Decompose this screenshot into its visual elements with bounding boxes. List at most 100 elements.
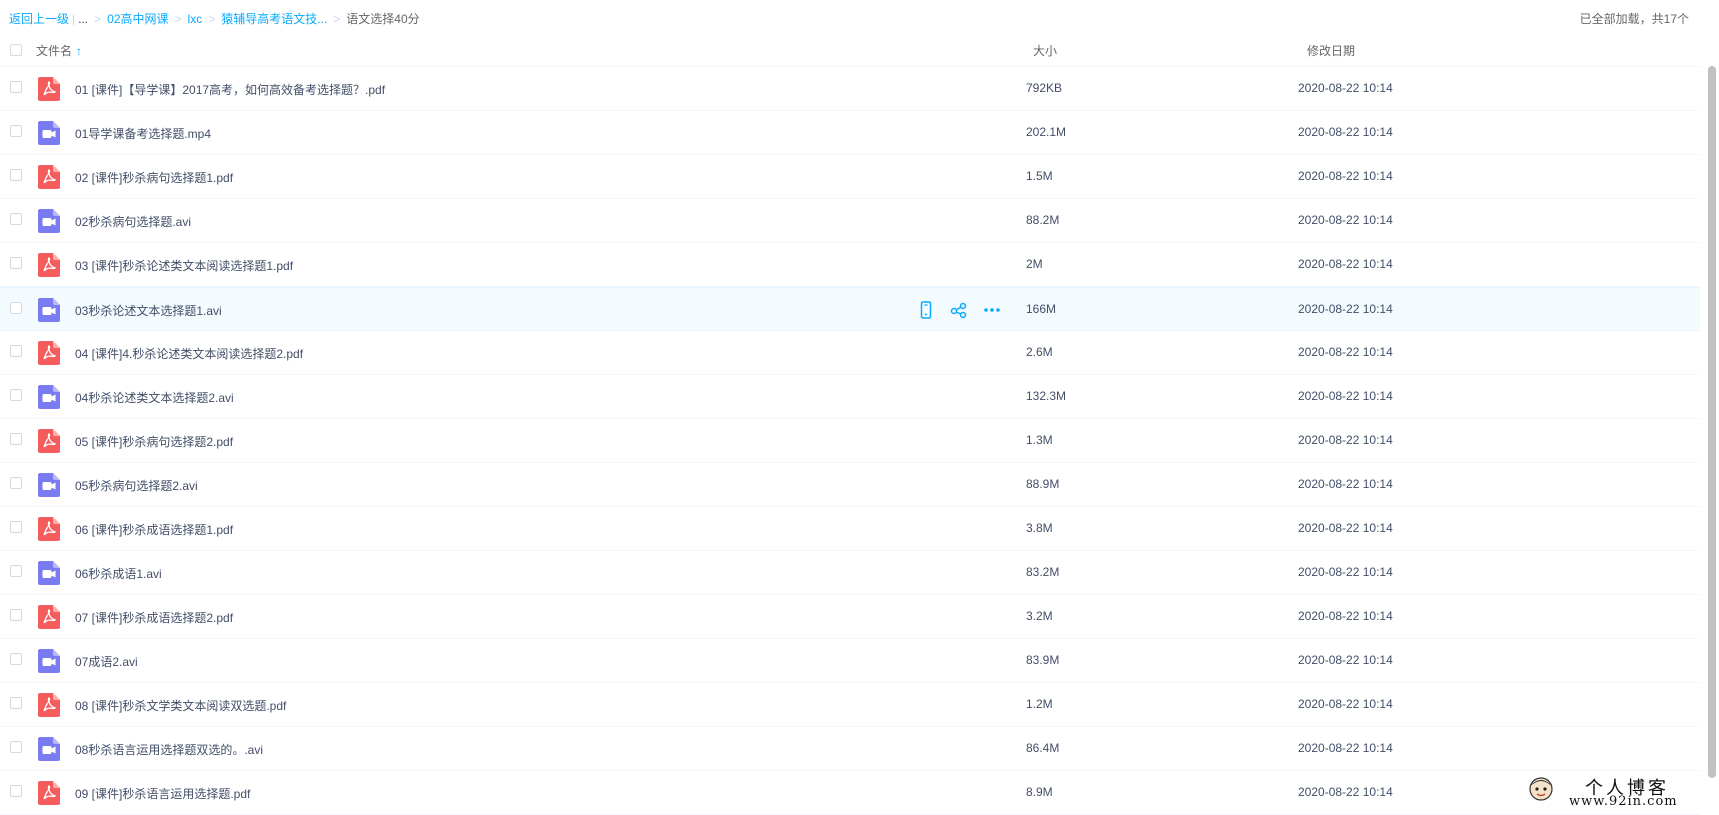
file-name[interactable]: 02 [课件]秒杀病句选择题1.pdf xyxy=(75,169,233,186)
file-size: 132.3M xyxy=(1026,389,1067,403)
watermark-url: www.92in.com xyxy=(1569,794,1678,809)
top-bar: 返回上一级 |... >02高中网课 > lxc > 猿辅导高考语文技... > 语文选择40分… xyxy=(0,0,1705,34)
video-icon xyxy=(38,737,60,761)
row-checkbox[interactable] xyxy=(10,653,22,665)
file-name[interactable]: 06 [课件]秒杀成语选择题1.pdf xyxy=(75,521,233,538)
phone-icon[interactable] xyxy=(916,301,936,319)
file-name[interactable]: 06秒杀成语1.avi xyxy=(75,565,162,582)
breadcrumb-item[interactable]: lxc xyxy=(188,12,203,26)
file-row[interactable]: 07成语2.avi 83.9M 2020-08-22 10:14 xyxy=(0,639,1700,683)
breadcrumb: 返回上一级 |... >02高中网课 > lxc > 猿辅导高考语文技... > 语文选择40分 xyxy=(9,12,420,26)
file-row[interactable]: 02秒杀病句选择题.avi 88.2M 2020-08-22 10:14 xyxy=(0,199,1700,243)
file-row[interactable]: 02 [课件]秒杀病句选择题1.pdf 1.5M 2020-08-22 10:14 xyxy=(0,155,1700,199)
file-name[interactable]: 01导学课备考选择题.mp4 xyxy=(75,125,211,142)
file-name[interactable]: 01 [课件]【导学课】2017高考，如何高效备考选择题？.pdf xyxy=(75,81,385,98)
watermark-face-icon xyxy=(1529,777,1553,801)
file-name[interactable]: 08 [课件]秒杀文学类文本阅读双选题.pdf xyxy=(75,697,286,714)
video-icon xyxy=(38,385,60,409)
row-checkbox[interactable] xyxy=(10,741,22,753)
file-name[interactable]: 07 [课件]秒杀成语选择题2.pdf xyxy=(75,609,233,626)
file-row[interactable]: 08 [课件]秒杀文学类文本阅读双选题.pdf 1.2M 2020-08-22 10… xyxy=(0,683,1700,727)
file-row[interactable]: 05秒杀病句选择题2.avi 88.9M 2020-08-22 10:14 xyxy=(0,463,1700,507)
file-date: 2020-08-22 10:14 xyxy=(1298,125,1393,139)
file-size: 8.9M xyxy=(1026,785,1053,799)
file-date: 2020-08-22 10:14 xyxy=(1298,653,1393,667)
file-row[interactable]: 09 [课件]秒杀语言运用选择题.pdf 8.9M 2020-08-22 10:14 xyxy=(0,771,1700,815)
file-name[interactable]: 05秒杀病句选择题2.avi xyxy=(75,477,198,494)
file-row[interactable]: 01 [课件]【导学课】2017高考，如何高效备考选择题？.pdf 792KB 20… xyxy=(0,67,1700,111)
file-row[interactable]: 06 [课件]秒杀成语选择题1.pdf 3.8M 2020-08-22 10:14 xyxy=(0,507,1700,551)
file-row[interactable]: 04 [课件]4.秒杀论述类文本阅读选择题2.pdf 2.6M 2020-08-22… xyxy=(0,331,1700,375)
row-checkbox[interactable] xyxy=(10,125,22,137)
file-row[interactable]: 05 [课件]秒杀病句选择题2.pdf 1.3M 2020-08-22 10:14 xyxy=(0,419,1700,463)
row-checkbox[interactable] xyxy=(10,302,22,314)
scrollbar-thumb[interactable] xyxy=(1708,66,1716,778)
file-name[interactable]: 02秒杀病句选择题.avi xyxy=(75,213,191,230)
video-icon xyxy=(38,121,60,145)
list-header: 文件名 ↑ 大小 修改日期 xyxy=(0,34,1700,67)
pdf-icon xyxy=(38,429,60,453)
file-date: 2020-08-22 10:14 xyxy=(1298,697,1393,711)
file-row[interactable]: 04秒杀论述类文本选择题2.avi 132.3M 2020-08-22 10:14 xyxy=(0,375,1700,419)
pdf-icon xyxy=(38,77,60,101)
breadcrumb-item[interactable]: 猿辅导高考语文技... xyxy=(221,12,327,26)
file-date: 2020-08-22 10:14 xyxy=(1298,345,1393,359)
row-checkbox[interactable] xyxy=(10,609,22,621)
row-checkbox[interactable] xyxy=(10,213,22,225)
row-checkbox[interactable] xyxy=(10,257,22,269)
name-header-label: 文件名 xyxy=(36,44,73,58)
name-column-header[interactable]: 文件名 ↑ xyxy=(36,42,82,59)
row-actions xyxy=(916,301,1002,319)
file-list: 01 [课件]【导学课】2017高考，如何高效备考选择题？.pdf 792KB 20… xyxy=(0,67,1700,815)
file-size: 88.2M xyxy=(1026,213,1060,227)
row-checkbox[interactable] xyxy=(10,521,22,533)
file-date: 2020-08-22 10:14 xyxy=(1298,389,1393,403)
file-name[interactable]: 05 [课件]秒杀病句选择题2.pdf xyxy=(75,433,233,450)
select-all-checkbox[interactable] xyxy=(10,44,22,56)
file-size: 2M xyxy=(1026,257,1043,271)
file-size: 83.9M xyxy=(1026,653,1060,667)
file-size: 3.8M xyxy=(1026,521,1053,535)
size-column-header[interactable]: 大小 xyxy=(1033,42,1057,59)
row-checkbox[interactable] xyxy=(10,785,22,797)
breadcrumb-item[interactable]: 02高中网课 xyxy=(107,12,168,26)
back-link[interactable]: 返回上一级 xyxy=(9,12,69,26)
video-icon xyxy=(38,649,60,673)
file-row[interactable]: 07 [课件]秒杀成语选择题2.pdf 3.2M 2020-08-22 10:14 xyxy=(0,595,1700,639)
row-checkbox[interactable] xyxy=(10,477,22,489)
row-checkbox[interactable] xyxy=(10,389,22,401)
file-name[interactable]: 04 [课件]4.秒杀论述类文本阅读选择题2.pdf xyxy=(75,345,303,362)
share-icon[interactable] xyxy=(949,301,969,319)
pdf-icon xyxy=(38,693,60,717)
file-date: 2020-08-22 10:14 xyxy=(1298,477,1393,491)
more-icon[interactable] xyxy=(982,301,1002,319)
pdf-icon xyxy=(38,781,60,805)
breadcrumb-ellipsis[interactable]: ... xyxy=(78,12,88,26)
row-checkbox[interactable] xyxy=(10,81,22,93)
file-row[interactable]: 08秒杀语言运用选择题双选的。.avi 86.4M 2020-08-22 10:14 xyxy=(0,727,1700,771)
load-status: 已全部加载，共17个 xyxy=(1579,12,1689,26)
file-name[interactable]: 08秒杀语言运用选择题双选的。.avi xyxy=(75,741,263,758)
row-checkbox[interactable] xyxy=(10,433,22,445)
file-row[interactable]: 06秒杀成语1.avi 83.2M 2020-08-22 10:14 xyxy=(0,551,1700,595)
row-checkbox[interactable] xyxy=(10,697,22,709)
row-checkbox[interactable] xyxy=(10,565,22,577)
video-icon xyxy=(38,561,60,585)
file-name[interactable]: 07成语2.avi xyxy=(75,653,138,670)
date-column-header[interactable]: 修改日期 xyxy=(1307,42,1355,59)
file-row[interactable]: 03 [课件]秒杀论述类文本阅读选择题1.pdf 2M 2020-08-22 10:… xyxy=(0,243,1700,287)
pdf-icon xyxy=(38,517,60,541)
row-checkbox[interactable] xyxy=(10,169,22,181)
file-date: 2020-08-22 10:14 xyxy=(1298,785,1393,799)
file-name[interactable]: 03 [课件]秒杀论述类文本阅读选择题1.pdf xyxy=(75,257,293,274)
file-size: 86.4M xyxy=(1026,741,1060,755)
sort-arrow-icon: ↑ xyxy=(76,44,83,58)
file-name[interactable]: 03秒杀论述文本选择题1.avi xyxy=(75,302,222,319)
file-row[interactable]: 01导学课备考选择题.mp4 202.1M 2020-08-22 10:14 xyxy=(0,111,1700,155)
file-size: 88.9M xyxy=(1026,477,1060,491)
file-name[interactable]: 04秒杀论述类文本选择题2.avi xyxy=(75,389,234,406)
file-name[interactable]: 09 [课件]秒杀语言运用选择题.pdf xyxy=(75,785,250,802)
row-checkbox[interactable] xyxy=(10,345,22,357)
file-row[interactable]: 03秒杀论述文本选择题1.avi 166M 2020-08-22 10:14 xyxy=(0,287,1700,331)
file-date: 2020-08-22 10:14 xyxy=(1298,521,1393,535)
